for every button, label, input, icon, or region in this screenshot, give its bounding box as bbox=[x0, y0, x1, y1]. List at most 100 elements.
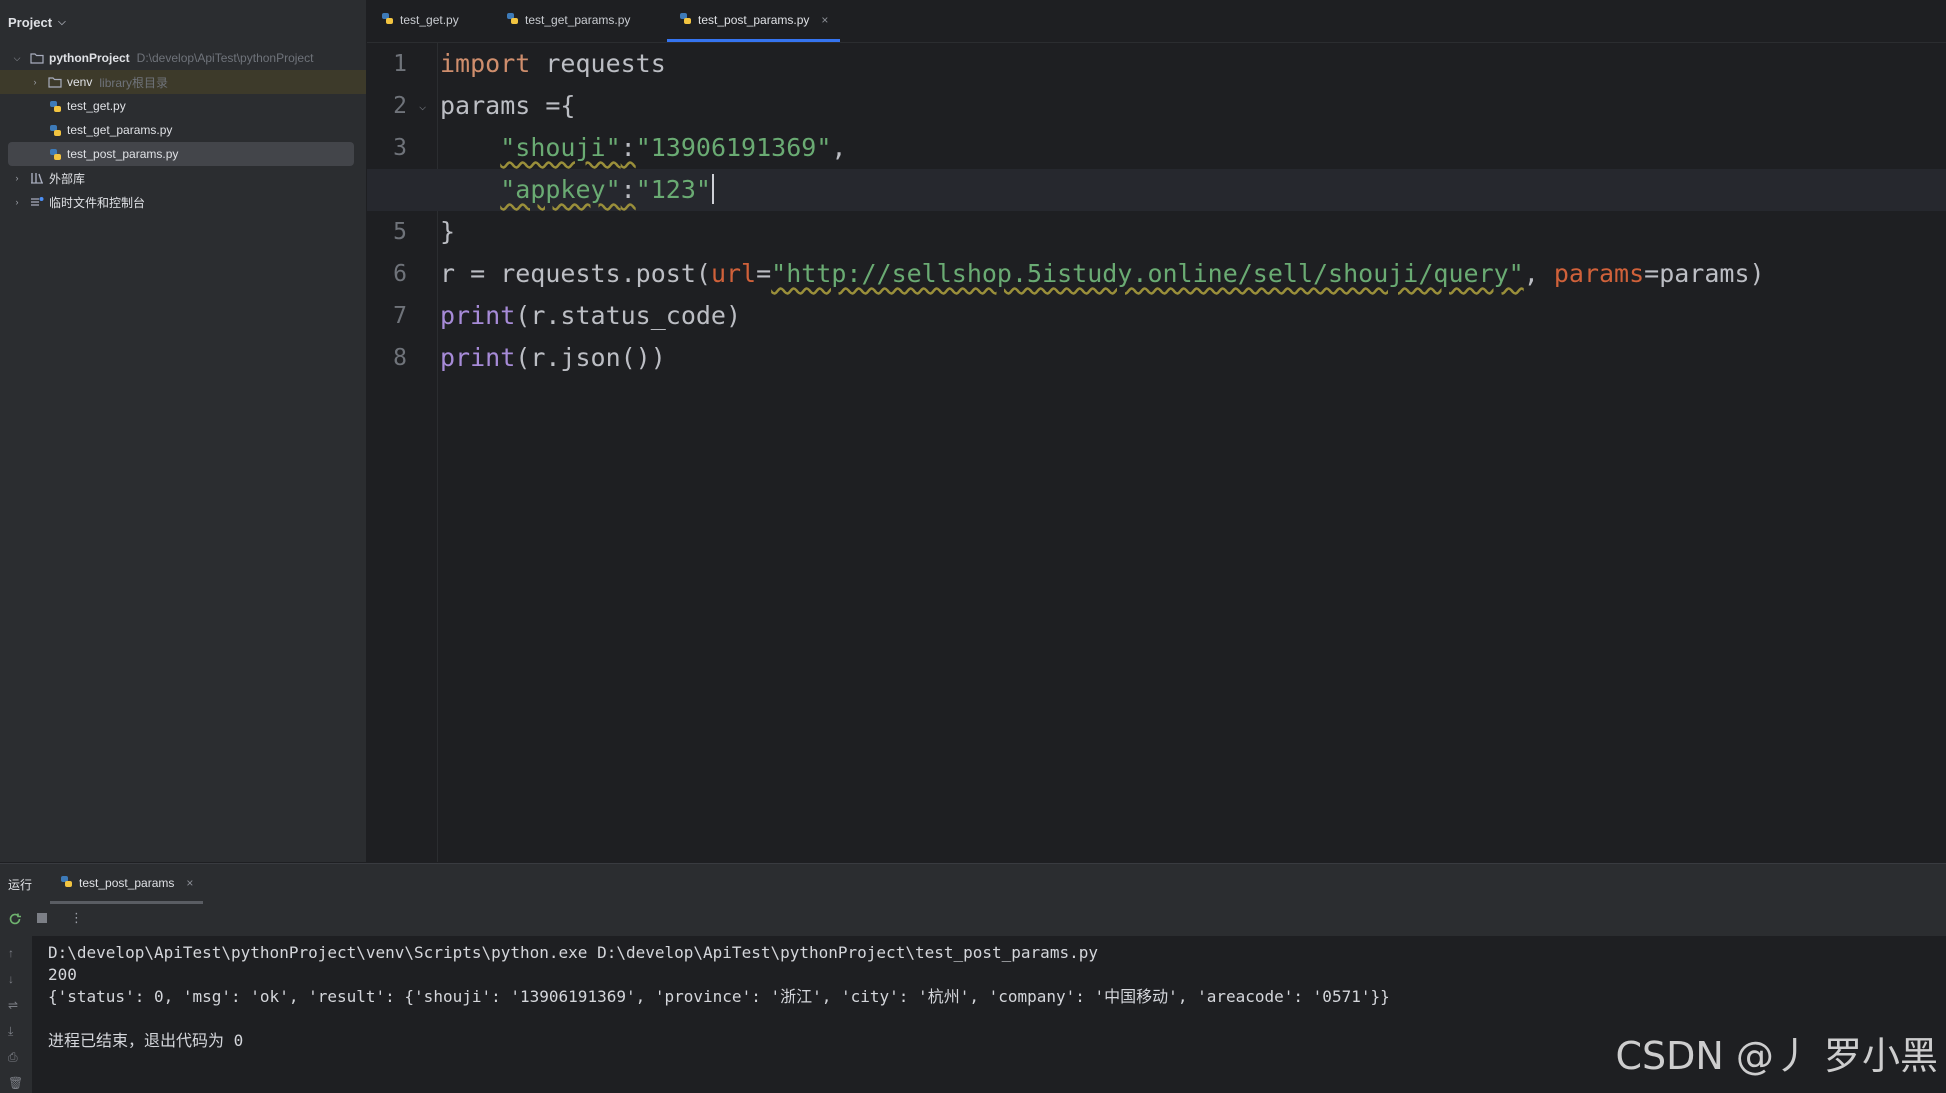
python-file-icon bbox=[48, 123, 62, 137]
run-tab-bar: 运行 test_post_params × bbox=[0, 864, 1946, 904]
run-side-toolbar: ↑ ↓ ⇌ ⤓ ⎙ 🗑 bbox=[0, 936, 32, 1093]
code-line-6: r = requests.post(url="http://sellshop.5… bbox=[440, 253, 1765, 295]
python-file-icon bbox=[48, 147, 62, 161]
chevron-down-icon: ⌵ bbox=[58, 16, 66, 28]
code-line-2: params ={ bbox=[440, 85, 575, 127]
tree-item-label: 临时文件和控制台 bbox=[49, 195, 146, 210]
tree-item-label: 外部库 bbox=[49, 171, 86, 186]
console-line: D:\develop\ApiTest\pythonProject\venv\Sc… bbox=[48, 943, 1098, 962]
tree-item-label: venv bbox=[67, 75, 93, 89]
line-number: 7 bbox=[393, 303, 407, 329]
string-key: "shouji" bbox=[500, 133, 621, 162]
close-icon[interactable]: × bbox=[186, 876, 193, 890]
scratches-icon bbox=[30, 195, 44, 209]
code-text: = bbox=[756, 259, 772, 288]
chevron-right-icon[interactable]: › bbox=[12, 197, 22, 207]
code-text: : bbox=[620, 175, 636, 204]
arrow-up-icon[interactable]: ↑ bbox=[8, 946, 14, 960]
console-line: 200 bbox=[48, 965, 77, 984]
run-toolbar: ⋮ bbox=[0, 904, 1946, 937]
code-text: params ={ bbox=[440, 91, 576, 120]
python-file-icon bbox=[60, 875, 73, 891]
code-text: (r.status_code) bbox=[515, 301, 742, 330]
tab-label: test_post_params.py bbox=[698, 12, 810, 27]
tree-item-hint: library根目录 bbox=[99, 75, 169, 90]
line-number: 6 bbox=[393, 261, 407, 287]
chevron-right-icon[interactable]: › bbox=[30, 77, 40, 87]
arrow-down-icon[interactable]: ↓ bbox=[8, 972, 14, 986]
code-text: r = requests.post( bbox=[440, 259, 711, 288]
tab-test-get-params[interactable]: test_get_params.py bbox=[506, 0, 630, 40]
chevron-down-icon[interactable]: ⌵ bbox=[12, 53, 22, 64]
console-line: 进程已结束，退出代码为 0 bbox=[48, 1031, 244, 1050]
trash-icon[interactable]: 🗑 bbox=[8, 1076, 23, 1090]
run-tab-test-post-params[interactable]: test_post_params × bbox=[50, 864, 204, 904]
keyword-argument: params bbox=[1553, 259, 1645, 288]
more-options-icon[interactable]: ⋮ bbox=[70, 910, 83, 926]
code-text: (r.json()) bbox=[515, 343, 666, 372]
string-key: "appkey" bbox=[500, 175, 621, 204]
watermark: CSDN @丿 罗小黑 bbox=[1615, 1034, 1939, 1078]
python-file-icon bbox=[679, 12, 692, 28]
code-text: } bbox=[440, 217, 456, 246]
tree-item-pythonproject[interactable]: ⌵ pythonProject D:\develop\ApiTest\pytho… bbox=[0, 46, 366, 70]
scroll-to-end-icon[interactable]: ⤓ bbox=[8, 1024, 13, 1039]
close-icon[interactable]: × bbox=[821, 13, 828, 27]
tree-item-scratches[interactable]: › 临时文件和控制台 bbox=[0, 190, 366, 214]
folder-icon bbox=[30, 51, 44, 65]
python-file-icon bbox=[48, 99, 62, 113]
line-number: 2 bbox=[393, 93, 407, 119]
code-line-5: } bbox=[440, 211, 455, 253]
editor-tab-bar: test_get.py test_get_params.py test_post… bbox=[367, 0, 1946, 43]
project-view-selector[interactable]: Project ⌵ bbox=[8, 12, 66, 32]
print-icon[interactable]: ⎙ bbox=[8, 1050, 18, 1065]
tree-item-venv[interactable]: › venv library根目录 bbox=[0, 70, 366, 94]
string-value: "13906191369" bbox=[635, 133, 832, 162]
tree-item-test-post-params[interactable]: test_post_params.py bbox=[8, 142, 354, 166]
run-panel-title: 运行 bbox=[8, 878, 33, 892]
project-sidebar: Project ⌵ ⌵ pythonProject D:\develop\Api… bbox=[0, 0, 367, 862]
line-number-gutter: 1 2 3 4 5 6 7 8 ⌵ bbox=[367, 43, 438, 862]
line-number: 8 bbox=[393, 345, 407, 371]
line-number: 5 bbox=[393, 219, 407, 245]
code-line-1: import requests bbox=[440, 43, 666, 85]
chevron-right-icon[interactable]: › bbox=[12, 173, 22, 183]
rerun-icon[interactable] bbox=[8, 912, 22, 929]
code-line-4: "appkey":"123" bbox=[440, 169, 714, 211]
code-line-3: "shouji":"13906191369", bbox=[440, 127, 846, 169]
tab-test-get[interactable]: test_get.py bbox=[381, 0, 459, 40]
string-value: "123" bbox=[635, 175, 711, 204]
fold-marker-icon[interactable]: ⌵ bbox=[419, 99, 426, 113]
library-icon bbox=[30, 171, 44, 185]
line-number: 3 bbox=[393, 135, 407, 161]
folder-icon bbox=[48, 75, 62, 89]
text-caret bbox=[711, 174, 714, 204]
keyword-argument: url bbox=[710, 259, 757, 288]
tab-test-post-params[interactable]: test_post_params.py × bbox=[667, 0, 841, 42]
code-text: , bbox=[1523, 259, 1554, 288]
code-text: , bbox=[831, 133, 847, 162]
code-line-8: print(r.json()) bbox=[440, 337, 666, 379]
soft-wrap-icon[interactable]: ⇌ bbox=[8, 998, 18, 1012]
python-file-icon bbox=[381, 12, 394, 28]
builtin-function: print bbox=[440, 343, 516, 372]
tree-item-external-libraries[interactable]: › 外部库 bbox=[0, 166, 366, 190]
code-text: =params) bbox=[1644, 259, 1765, 288]
line-number: 1 bbox=[393, 51, 407, 77]
stop-icon[interactable] bbox=[36, 912, 48, 927]
tab-label: test_get.py bbox=[400, 13, 459, 27]
tree-item-label: test_post_params.py bbox=[67, 147, 179, 161]
project-title: Project bbox=[8, 14, 53, 30]
tree-item-test-get[interactable]: test_get.py bbox=[0, 94, 366, 118]
code-text: requests bbox=[530, 49, 666, 78]
tree-item-path: D:\develop\ApiTest\pythonProject bbox=[136, 51, 314, 65]
code-editor[interactable]: import requests params ={ "shouji":"1390… bbox=[367, 43, 1946, 862]
string-url: "http://sellshop.5istudy.online/sell/sho… bbox=[771, 259, 1524, 288]
tree-item-test-get-params[interactable]: test_get_params.py bbox=[0, 118, 366, 142]
console-line: {'status': 0, 'msg': 'ok', 'result': {'s… bbox=[48, 987, 1390, 1006]
code-line-7: print(r.status_code) bbox=[440, 295, 741, 337]
tree-item-label: test_get_params.py bbox=[67, 123, 173, 137]
tree-item-label: test_get.py bbox=[67, 99, 126, 113]
